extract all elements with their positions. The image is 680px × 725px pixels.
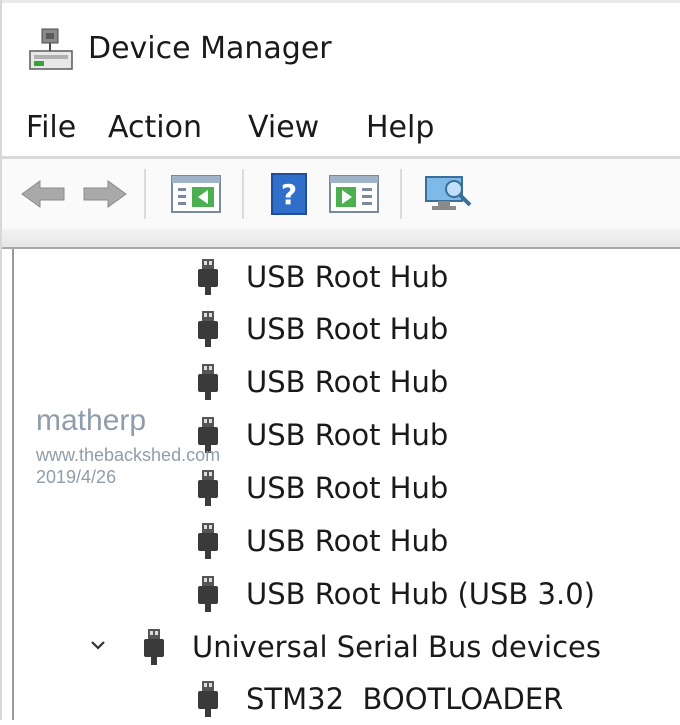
usb-icon <box>198 523 218 559</box>
toolbar-divider <box>242 169 244 219</box>
tree-item-label: USB Root Hub <box>246 471 449 505</box>
toolbar: ? <box>2 159 680 229</box>
tree-item-label: USB Root Hub <box>246 260 449 294</box>
tree-item-usb-root-hub[interactable]: USB Root Hub <box>194 303 448 355</box>
tree-item-label: USB Root Hub <box>246 418 449 452</box>
usb-icon <box>198 681 218 717</box>
tree-item-usb-root-hub[interactable]: USB Root Hub <box>194 251 448 303</box>
usb-icon <box>198 470 218 506</box>
tree-item-label: USB Root Hub (USB 3.0) <box>246 577 595 611</box>
device-manager-icon <box>29 28 73 70</box>
svg-text:?: ? <box>281 178 297 211</box>
show-hide-action-pane-icon[interactable] <box>326 171 382 217</box>
title-bar[interactable]: Device Manager <box>2 3 680 91</box>
tree-item-usb-root-hub[interactable]: USB Root Hub <box>194 409 448 461</box>
tree-item-stm32-bootloader[interactable]: STM32 BOOTLOADER <box>194 673 563 725</box>
tree-item-label: USB Root Hub <box>246 365 449 399</box>
tree-item-usb-root-hub-3[interactable]: USB Root Hub (USB 3.0) <box>194 568 595 620</box>
toolbar-divider <box>144 169 146 219</box>
scan-hardware-icon[interactable] <box>420 171 476 217</box>
tree-item-label: Universal Serial Bus devices <box>192 630 601 664</box>
tree-item-label: USB Root Hub <box>246 524 449 558</box>
toolbar-divider <box>400 169 402 219</box>
usb-icon <box>198 311 218 347</box>
menu-help[interactable]: Help <box>366 106 434 150</box>
menu-file[interactable]: File <box>26 106 76 150</box>
tree-category-usb-devices[interactable]: Universal Serial Bus devices <box>140 621 601 673</box>
window-title: Device Manager <box>88 31 332 66</box>
forward-icon[interactable] <box>76 171 132 217</box>
usb-icon <box>198 259 218 295</box>
usb-icon <box>198 576 218 612</box>
device-manager-window: Device Manager File Action View Help ? U… <box>0 0 680 720</box>
tree-item-usb-root-hub[interactable]: USB Root Hub <box>194 356 448 408</box>
menu-action[interactable]: Action <box>108 106 202 150</box>
usb-icon <box>198 364 218 400</box>
tree-item-label: USB Root Hub <box>246 312 449 346</box>
show-hide-console-tree-icon[interactable] <box>168 171 224 217</box>
help-icon[interactable]: ? <box>266 171 312 217</box>
toolbar-bottom-edge <box>2 229 680 249</box>
usb-icon <box>144 629 164 665</box>
usb-icon <box>198 417 218 453</box>
menu-view[interactable]: View <box>248 106 319 150</box>
tree-item-usb-root-hub[interactable]: USB Root Hub <box>194 515 448 567</box>
chevron-down-icon[interactable] <box>88 635 108 655</box>
back-icon[interactable] <box>16 171 72 217</box>
tree-item-label: STM32 BOOTLOADER <box>246 682 564 716</box>
tree-item-usb-root-hub[interactable]: USB Root Hub <box>194 462 448 514</box>
menu-bar: File Action View Help <box>2 98 680 156</box>
device-tree: USB Root Hub USB Root Hub USB Root Hub U… <box>12 249 680 720</box>
